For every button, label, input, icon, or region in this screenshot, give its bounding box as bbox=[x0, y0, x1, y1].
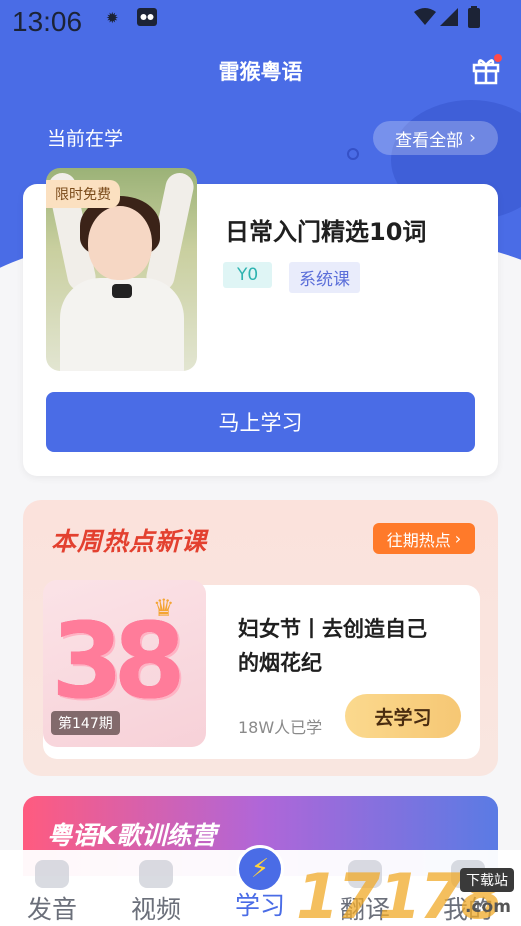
pronunciation-icon bbox=[35, 860, 69, 888]
weekly-hot-section: 本周热点新课 往期热点 › 38 ♛ 第147期 妇女节丨去创造自己 的烟花纪 … bbox=[23, 500, 498, 776]
past-hot-label: 往期热点 bbox=[386, 530, 451, 550]
app-notification-icon bbox=[136, 7, 158, 31]
page-title: 雷猴粤语 bbox=[218, 60, 303, 84]
view-all-label: 查看全部 bbox=[395, 130, 464, 151]
type-tag: 系统课 bbox=[289, 262, 360, 293]
current-course-card[interactable]: 限时免费 日常入门精选10词 Y0 系统课 马上学习 bbox=[23, 168, 498, 476]
status-bar: 13:06 ✹ bbox=[0, 0, 521, 44]
decor-dot bbox=[347, 148, 359, 160]
watermark-domain: .com bbox=[465, 897, 511, 917]
nav-label: 视频 bbox=[130, 895, 181, 924]
k-song-title: 粤语K歌训练营 bbox=[47, 821, 217, 850]
battery-icon bbox=[468, 6, 480, 32]
app-screen: 13:06 ✹ 雷猴粤语 当前在学 查看全部 › 限时免费 日常入门精选10词 … bbox=[0, 0, 521, 926]
hot-course-cover[interactable]: 38 ♛ 第147期 bbox=[43, 580, 206, 747]
wifi-icon bbox=[414, 8, 436, 30]
video-icon bbox=[139, 860, 173, 888]
nav-item-pronunciation[interactable]: 发音 bbox=[12, 860, 92, 926]
notification-dot bbox=[494, 54, 502, 62]
course-cover-image[interactable]: 限时免费 bbox=[46, 168, 197, 371]
crown-icon: ♛ bbox=[153, 594, 175, 622]
nav-item-learn-label[interactable]: 学习 bbox=[220, 886, 300, 922]
view-all-button[interactable]: 查看全部 › bbox=[373, 121, 498, 155]
nav-item-video[interactable]: 视频 bbox=[116, 860, 196, 926]
watermark-site: 下载站 bbox=[460, 868, 514, 892]
start-learning-button[interactable]: 马上学习 bbox=[46, 392, 475, 452]
current-learning-label: 当前在学 bbox=[47, 128, 124, 150]
go-learn-button[interactable]: 去学习 bbox=[345, 694, 461, 738]
nav-label: 发音 bbox=[26, 895, 77, 924]
chevron-right-icon: › bbox=[469, 128, 476, 148]
cover-bow bbox=[112, 284, 132, 298]
past-hot-button[interactable]: 往期热点 › bbox=[373, 523, 475, 554]
hot-course-title-line2: 的烟花纪 bbox=[238, 651, 322, 675]
issue-badge: 第147期 bbox=[51, 711, 120, 735]
level-tag: Y0 bbox=[223, 262, 273, 288]
weekly-hot-title: 本周热点新课 bbox=[51, 527, 208, 556]
learner-count: 18W人已学 bbox=[238, 718, 323, 737]
cover-face bbox=[88, 206, 152, 280]
signal-icon bbox=[440, 8, 458, 30]
chevron-right-icon: › bbox=[454, 529, 462, 548]
course-title: 日常入门精选10词 bbox=[225, 218, 427, 246]
brightness-icon: ✹ bbox=[106, 9, 119, 27]
free-badge: 限时免费 bbox=[46, 180, 120, 208]
status-time: 13:06 bbox=[12, 6, 83, 37]
hot-course-title: 妇女节丨去创造自己 的烟花纪 bbox=[238, 612, 468, 680]
hot-course-title-line1: 妇女节丨去创造自己 bbox=[238, 617, 427, 641]
